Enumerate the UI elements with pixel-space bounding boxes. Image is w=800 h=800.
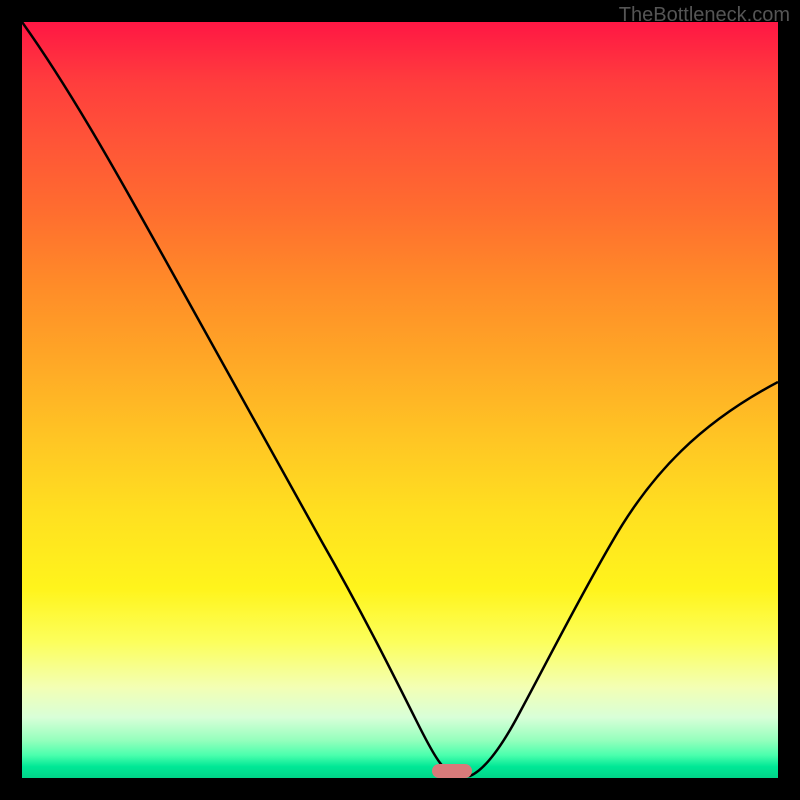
optimal-point-marker bbox=[432, 764, 472, 778]
watermark-text: TheBottleneck.com bbox=[619, 4, 790, 27]
bottleneck-curve bbox=[22, 22, 778, 778]
